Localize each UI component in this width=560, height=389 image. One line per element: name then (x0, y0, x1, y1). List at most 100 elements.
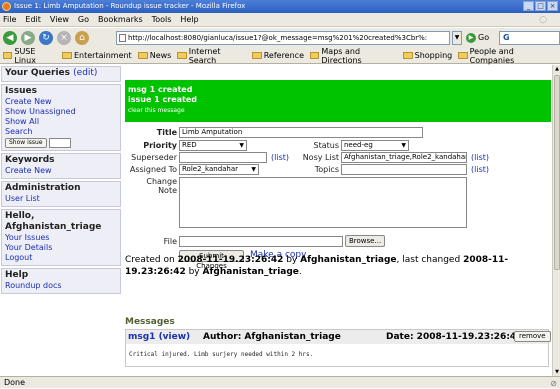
close-icon[interactable]: × (547, 1, 558, 11)
priority-value: RED (182, 141, 197, 149)
minimize-icon[interactable]: _ (523, 1, 534, 11)
change-note-textarea[interactable] (179, 177, 467, 228)
url-dropdown-icon[interactable]: ▼ (452, 31, 462, 45)
vertical-scrollbar[interactable]: ▲ ▼ (552, 65, 560, 376)
menu-bookmarks[interactable]: Bookmarks (98, 15, 143, 24)
bookmark-news[interactable]: News (137, 51, 171, 60)
bookmark-entertainment[interactable]: Entertainment (61, 51, 132, 60)
messages-heading: Messages (125, 317, 175, 327)
message-body: Critical injured. Limb surjery needed wi… (129, 351, 314, 358)
queries-edit-link[interactable]: (edit) (73, 68, 97, 78)
folder-icon (458, 52, 468, 59)
menu-edit[interactable]: Edit (25, 15, 41, 24)
scroll-thumb[interactable] (554, 75, 560, 270)
bookmark-suse-linux[interactable]: SUSE Linux (3, 47, 56, 65)
nosy-list-input[interactable]: Afghanistan_triage,Role2_kandahar (341, 152, 467, 163)
change-note-label: Change Note (146, 177, 177, 195)
maximize-icon[interactable]: □ (535, 1, 546, 11)
superseder-input[interactable] (179, 152, 267, 163)
navigation-toolbar: ◀ ▶ ↻ × ⌂ http://localhost:8080/gianluca… (0, 28, 560, 48)
folder-icon (137, 52, 148, 59)
user-list-link[interactable]: User List (5, 194, 118, 204)
back-icon[interactable]: ◀ (3, 31, 17, 45)
menu-help[interactable]: Help (180, 15, 198, 24)
folder-icon (61, 52, 72, 59)
menu-tools[interactable]: Tools (152, 15, 172, 24)
creator-name: Afghanistan_triage (300, 255, 397, 265)
ok-message-banner: msg 1 created issue 1 created clear this… (125, 80, 551, 122)
menu-file[interactable]: File (3, 15, 16, 24)
clear-message-link[interactable]: clear this message (128, 106, 548, 116)
search-input[interactable]: G (499, 31, 560, 45)
go-button[interactable]: ▶ Go (466, 31, 489, 45)
created-info: Created on 2008-11-19.23:26:42 by Afghan… (125, 255, 509, 277)
help-box: Help Roundup docs (1, 268, 121, 294)
status-label: Status (313, 141, 340, 150)
forward-icon[interactable]: ▶ (21, 31, 35, 45)
issues-heading: Issues (5, 86, 37, 96)
priority-label: Priority (143, 141, 177, 150)
url-text: http://localhost:8080/gianluca/issue1?@o… (128, 34, 428, 42)
reload-icon[interactable]: ↻ (39, 31, 53, 45)
status-select[interactable]: need-eg ▼ (341, 140, 409, 151)
assigned-to-label: Assigned To (129, 165, 177, 174)
show-issue-row: Show issue (5, 138, 118, 148)
popup-blocker-icon[interactable]: ⊘ (550, 378, 557, 389)
your-issues-link[interactable]: Your Issues (5, 233, 118, 243)
folder-icon (3, 52, 13, 59)
search-link[interactable]: Search (5, 127, 118, 137)
your-details-link[interactable]: Your Details (5, 243, 118, 253)
bookmark-people-and-companies[interactable]: People and Companies (458, 47, 554, 65)
chevron-down-icon: ▼ (401, 142, 406, 149)
topics-label: Topics (314, 165, 339, 174)
go-label: Go (478, 33, 490, 42)
nosy-list-label: Nosy List (302, 153, 339, 162)
topics-input[interactable] (341, 164, 467, 175)
folder-icon (251, 52, 262, 59)
browse-button[interactable]: Browse... (345, 235, 385, 247)
title-input[interactable]: Limb Amputation (179, 127, 423, 138)
bookmark-internet-search[interactable]: Internet Search (177, 47, 245, 65)
roundup-docs-link[interactable]: Roundup docs (5, 281, 118, 291)
chevron-down-icon: ▼ (239, 142, 244, 149)
topics-list-link[interactable]: (list) (471, 165, 489, 174)
show-issue-button[interactable]: Show issue (5, 138, 47, 148)
bookmark-shopping[interactable]: Shopping (402, 51, 452, 60)
show-unassigned-link[interactable]: Show Unassigned (5, 107, 118, 117)
file-input[interactable] (179, 236, 343, 247)
show-issue-input[interactable] (48, 138, 71, 148)
status-value: need-eg (344, 141, 373, 149)
home-icon[interactable]: ⌂ (75, 31, 89, 45)
keywords-create-new-link[interactable]: Create New (5, 166, 118, 176)
logout-link[interactable]: Logout (5, 253, 118, 263)
scroll-down-icon[interactable]: ▼ (553, 368, 560, 376)
window-title: Issue 1: Limb Amputation - Roundup issue… (14, 2, 246, 10)
stop-icon[interactable]: × (57, 31, 71, 45)
nosy-list-link[interactable]: (list) (471, 153, 489, 162)
help-heading: Help (5, 270, 29, 280)
status-text: Done (4, 378, 26, 387)
folder-icon (310, 52, 320, 59)
messages-table: msg1 (view) Author: Afghanistan_triage D… (125, 329, 551, 367)
message-author: Author: Afghanistan_triage (203, 332, 341, 342)
window-controls: _ □ × (523, 1, 558, 11)
message-header-row: msg1 (view) Author: Afghanistan_triage D… (126, 330, 551, 344)
remove-message-button[interactable]: remove (514, 331, 551, 342)
bookmark-reference[interactable]: Reference (251, 51, 304, 60)
issues-create-new-link[interactable]: Create New (5, 97, 118, 107)
priority-select[interactable]: RED ▼ (179, 140, 247, 151)
show-all-link[interactable]: Show All (5, 117, 118, 127)
firefox-icon (2, 2, 11, 11)
message-view-link[interactable]: msg1 (view) (128, 330, 190, 344)
throbber-icon: ◌ (539, 15, 547, 25)
status-bar: Done ⊘ (0, 376, 560, 388)
menu-go[interactable]: Go (78, 15, 89, 24)
scroll-up-icon[interactable]: ▲ (553, 65, 560, 73)
assigned-to-select[interactable]: Role2_kandahar ▼ (179, 164, 259, 175)
url-bar[interactable]: http://localhost:8080/gianluca/issue1?@o… (116, 31, 450, 45)
menu-view[interactable]: View (50, 15, 69, 24)
message-date: Date: 2008-11-19.23:26:42 (386, 332, 523, 342)
notice-line-2: issue 1 created (128, 95, 198, 104)
menu-bar: File Edit View Go Bookmarks Tools Help ◌ (0, 13, 560, 27)
bookmark-maps-and-directions[interactable]: Maps and Directions (310, 47, 397, 65)
